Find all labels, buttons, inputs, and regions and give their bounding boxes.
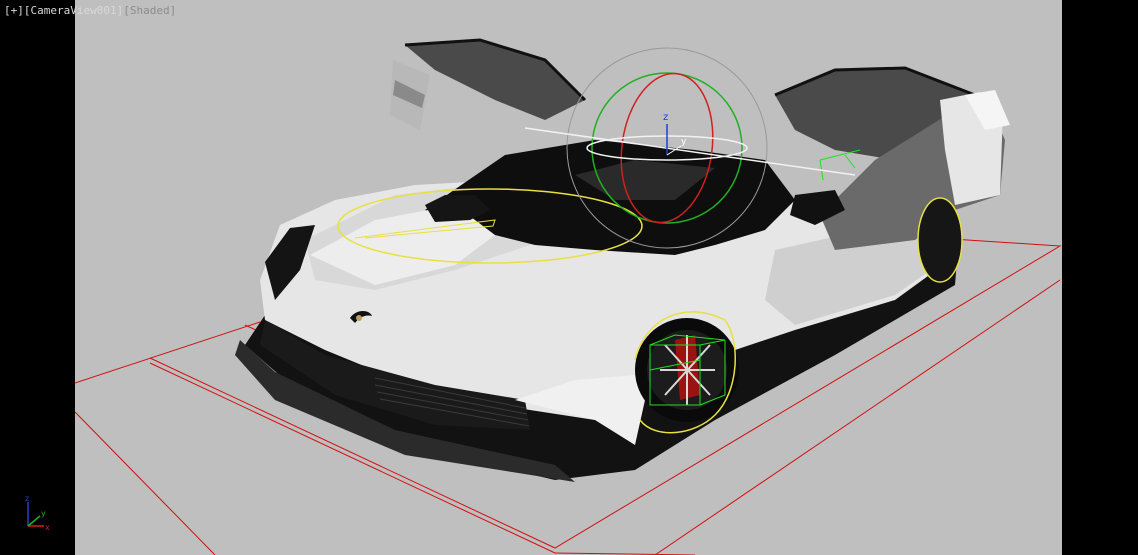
car-model[interactable] — [235, 38, 1010, 482]
axis-tripod: z x y — [25, 494, 50, 532]
tripod-y-label: y — [41, 509, 46, 518]
tripod-z-label: z — [25, 494, 29, 503]
tripod-x-label: x — [45, 523, 50, 532]
gizmo-z-label: z — [663, 112, 668, 123]
safe-frame-area[interactable]: z y — [75, 0, 1062, 555]
camera-view-menu[interactable]: [CameraView001] — [24, 4, 123, 17]
shading-mode-menu[interactable]: [Shaded] — [123, 4, 176, 17]
scene-render[interactable]: z y — [75, 0, 1062, 555]
viewport-label: [+][CameraView001][Shaded] — [4, 4, 176, 17]
viewport-menu-button[interactable]: [+] — [4, 4, 24, 17]
gizmo-y-label: y — [681, 137, 687, 147]
viewport[interactable]: [+][CameraView001][Shaded] z y z x y — [0, 0, 1138, 555]
